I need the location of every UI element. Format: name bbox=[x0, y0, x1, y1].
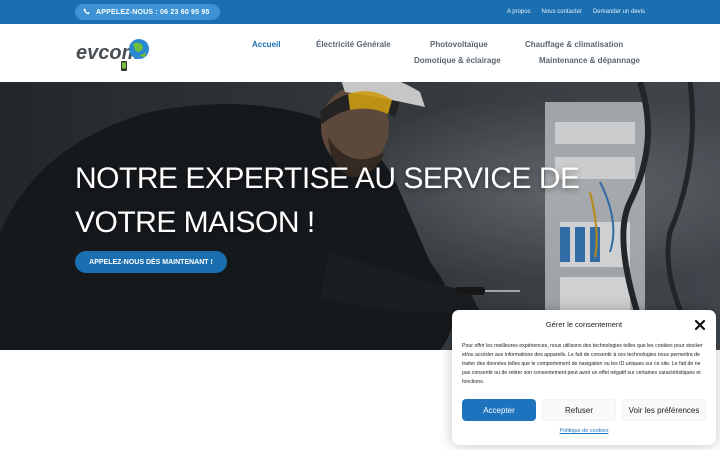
close-icon[interactable] bbox=[694, 318, 706, 331]
preferences-button[interactable]: Voir les préférences bbox=[622, 399, 706, 421]
nav-item-domotique[interactable]: Domotique & éclairage bbox=[414, 56, 501, 65]
hero-title-line-2: VOTRE MAISON ! bbox=[75, 206, 315, 239]
top-bar: APPELEZ-NOUS : 06 23 60 95 95 A propos N… bbox=[0, 0, 720, 24]
consent-title: Gérer le consentement bbox=[545, 320, 623, 329]
phone-label: APPELEZ-NOUS : 06 23 60 95 95 bbox=[96, 8, 210, 16]
cookie-policy-link[interactable]: Politique de cookies bbox=[452, 428, 716, 434]
nav-item-accueil[interactable]: Accueil bbox=[252, 40, 280, 49]
consent-text: Pour offrir les meilleures expériences, … bbox=[462, 343, 703, 385]
site-logo[interactable]: evcom bbox=[75, 31, 175, 77]
nav-item-maintenance[interactable]: Maintenance & dépannage bbox=[539, 56, 640, 65]
refuse-button[interactable]: Refuser bbox=[542, 399, 616, 421]
contact-link[interactable]: Nous contacter bbox=[542, 9, 582, 15]
accept-button[interactable]: Accepter bbox=[462, 399, 536, 421]
hero-title-line-1: NOTRE EXPERTISE AU SERVICE DE bbox=[75, 162, 580, 195]
nav-item-photovoltaique[interactable]: Photovoltaïque bbox=[430, 40, 488, 49]
logo-mark: evcom bbox=[76, 39, 149, 71]
phone-icon bbox=[83, 8, 90, 17]
cookie-consent-dialog: Gérer le consentement Pour offrir les me… bbox=[452, 310, 716, 445]
hero-title: NOTRE EXPERTISE AU SERVICE DE VOTRE MAIS… bbox=[75, 157, 580, 245]
top-links: A propos Nous contacter Demander un devi… bbox=[507, 0, 645, 24]
phone-call-button[interactable]: APPELEZ-NOUS : 06 23 60 95 95 bbox=[75, 4, 220, 20]
hero-cta-button[interactable]: APPELEZ-NOUS DÈS MAINTENANT ! bbox=[75, 251, 227, 273]
nav-item-chauffage[interactable]: Chauffage & climatisation bbox=[525, 40, 623, 49]
site-header: evcom Accueil Électricité Générale Photo… bbox=[0, 24, 720, 82]
nav-item-electricite[interactable]: Électricité Générale bbox=[316, 40, 391, 49]
quote-link[interactable]: Demander un devis bbox=[593, 9, 645, 15]
about-link[interactable]: A propos bbox=[507, 9, 531, 15]
